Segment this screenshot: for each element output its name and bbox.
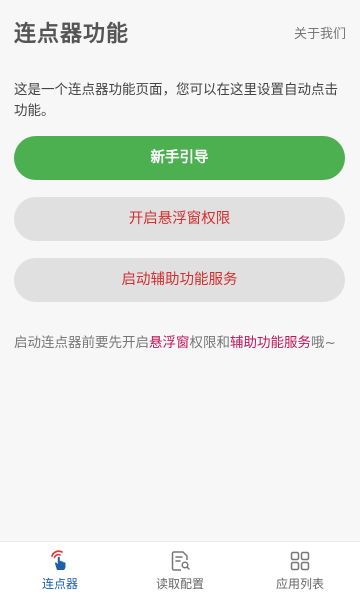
app-screen: 连点器功能 关于我们 这是一个连点器功能页面，您可以在这里设置自动点击功能。 新… bbox=[0, 0, 360, 600]
tab-label-auto-clicker: 连点器 bbox=[41, 577, 78, 591]
bottom-navigation: 连点器 读取配置 应用列表 bbox=[0, 541, 360, 600]
note-text-2: 权限和 bbox=[189, 335, 231, 351]
tab-read-config[interactable]: 读取配置 bbox=[120, 542, 240, 600]
note-text-3: 哦~ bbox=[311, 335, 336, 351]
app-grid-icon bbox=[290, 551, 310, 571]
intro-text: 这是一个连点器功能页面，您可以在这里设置自动点击功能。 bbox=[14, 82, 338, 119]
tab-app-list[interactable]: 应用列表 bbox=[240, 542, 360, 600]
accessibility-service-button[interactable]: 启动辅助功能服务 bbox=[14, 258, 345, 302]
note-highlight-overlay: 悬浮窗 bbox=[149, 335, 190, 351]
note-highlight-accessibility: 辅助功能服务 bbox=[230, 335, 311, 351]
tab-auto-clicker[interactable]: 连点器 bbox=[0, 542, 120, 600]
tutorial-button[interactable]: 新手引导 bbox=[14, 136, 345, 180]
permission-note: 启动连点器前要先开启悬浮窗权限和辅助功能服务哦~ bbox=[14, 333, 346, 354]
overlay-permission-button[interactable]: 开启悬浮窗权限 bbox=[14, 197, 345, 241]
tap-finger-icon bbox=[51, 550, 66, 570]
page-title: 连点器功能 bbox=[14, 22, 130, 47]
header: 连点器功能 关于我们 bbox=[14, 18, 346, 54]
search-document-icon bbox=[171, 551, 190, 571]
tab-label-read-config: 读取配置 bbox=[155, 577, 204, 591]
about-us-link[interactable]: 关于我们 bbox=[294, 25, 346, 45]
note-text-1: 启动连点器前要先开启 bbox=[14, 335, 149, 351]
tab-label-app-list: 应用列表 bbox=[275, 577, 324, 591]
